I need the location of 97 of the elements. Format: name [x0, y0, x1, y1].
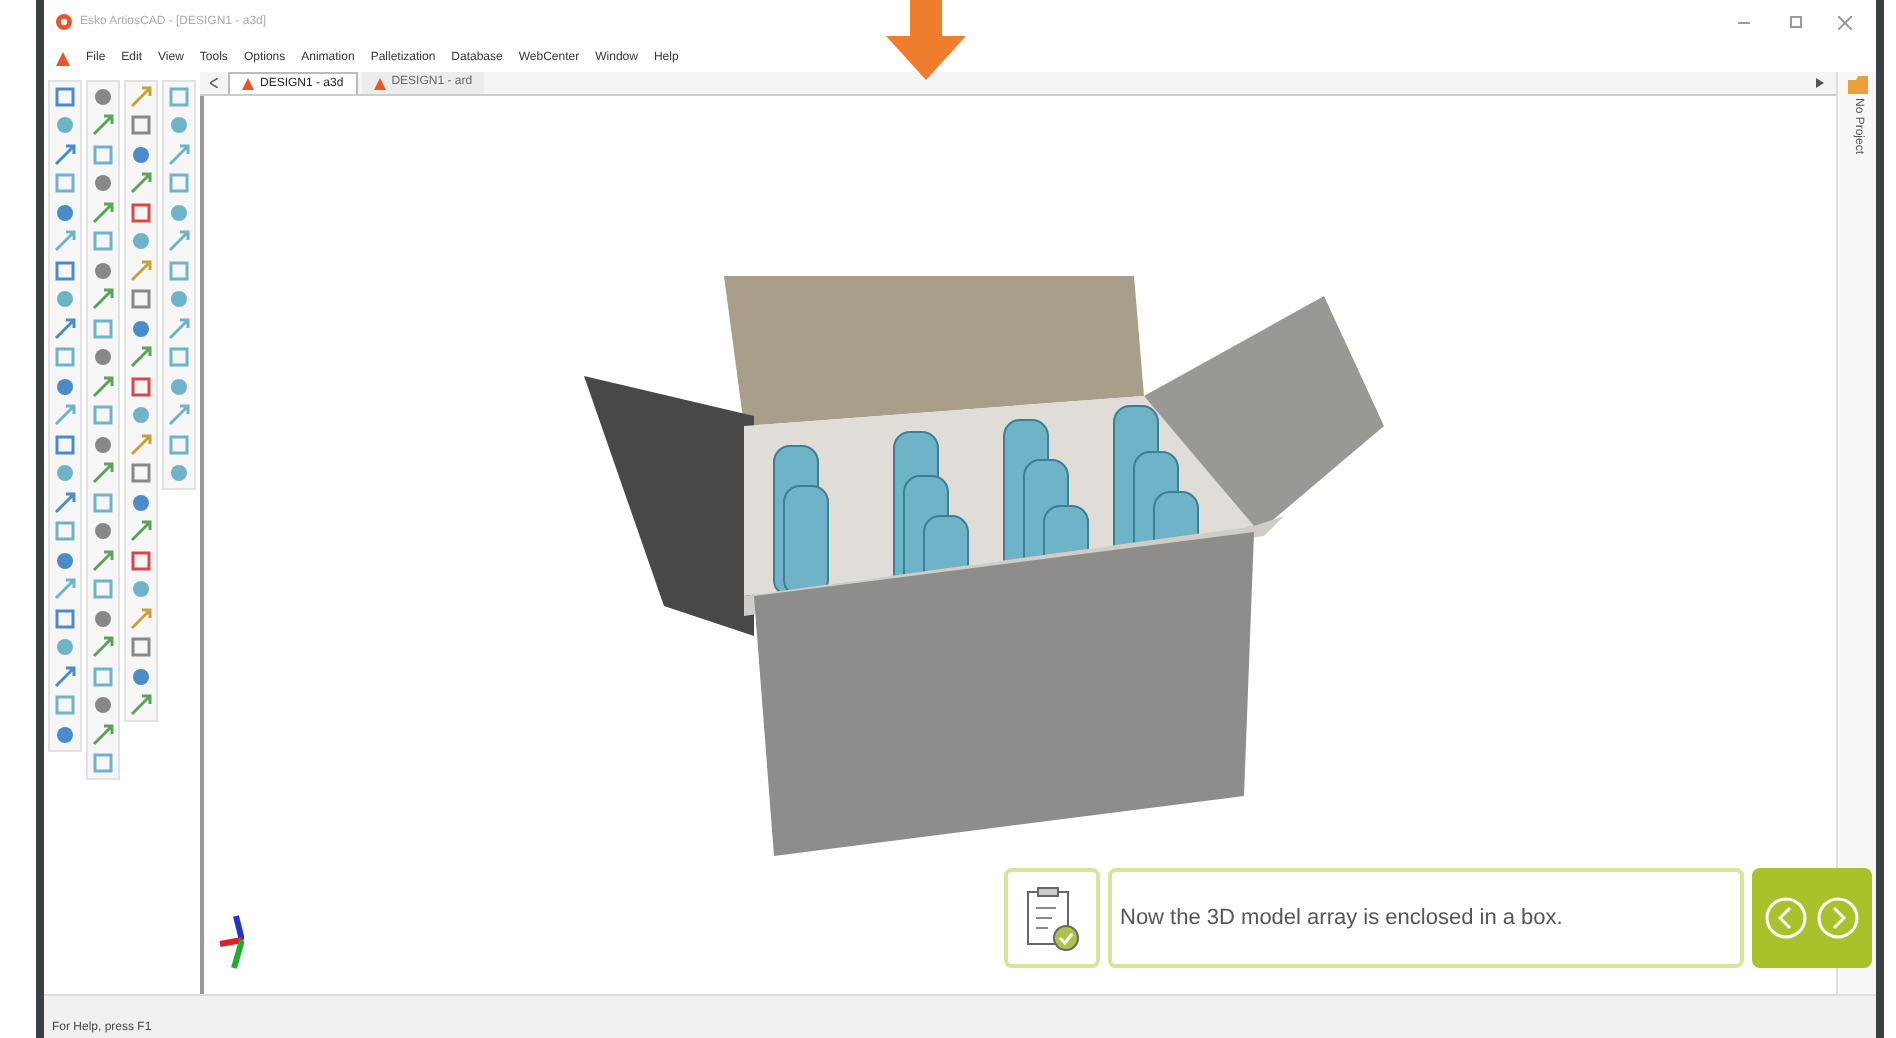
- circle-icon[interactable]: [92, 433, 114, 456]
- circle-icon[interactable]: [54, 114, 76, 137]
- square-icon[interactable]: [130, 636, 152, 659]
- circle-icon[interactable]: [92, 172, 114, 195]
- close-icon[interactable]: [1838, 15, 1852, 29]
- circle-icon[interactable]: [130, 143, 152, 166]
- arrow-icon[interactable]: [130, 259, 152, 282]
- circle-icon[interactable]: [54, 636, 76, 659]
- arrow-icon[interactable]: [130, 346, 152, 369]
- folder-icon[interactable]: [1847, 76, 1867, 94]
- tutorial-clipboard-icon: [1004, 868, 1100, 968]
- arrow-icon[interactable]: [92, 201, 114, 224]
- arrow-icon[interactable]: [54, 578, 76, 601]
- circle-icon[interactable]: [92, 346, 114, 369]
- circle-icon[interactable]: [92, 85, 114, 108]
- square-icon[interactable]: [130, 114, 152, 137]
- arrow-icon[interactable]: [92, 636, 114, 659]
- arrow-icon[interactable]: [168, 404, 190, 427]
- circle-icon[interactable]: [92, 259, 114, 282]
- circle-icon[interactable]: [92, 520, 114, 543]
- arrow-icon[interactable]: [92, 114, 114, 137]
- arrow-icon[interactable]: [168, 230, 190, 253]
- square-icon[interactable]: [92, 143, 114, 166]
- square-icon[interactable]: [92, 230, 114, 253]
- square-icon[interactable]: [54, 172, 76, 195]
- circle-icon[interactable]: [54, 201, 76, 224]
- circle-icon[interactable]: [130, 404, 152, 427]
- circle-icon[interactable]: [168, 201, 190, 224]
- document-icon: [373, 77, 386, 89]
- square-icon[interactable]: [168, 259, 190, 282]
- arrow-icon[interactable]: [54, 404, 76, 427]
- arrow-icon[interactable]: [168, 317, 190, 340]
- circle-icon[interactable]: [168, 114, 190, 137]
- square-icon[interactable]: [54, 607, 76, 630]
- arrow-icon[interactable]: [54, 665, 76, 688]
- arrow-icon[interactable]: [130, 694, 152, 717]
- tab-scroll-right-icon[interactable]: [1816, 78, 1824, 88]
- arrow-icon[interactable]: [130, 607, 152, 630]
- tab-scroll-left-icon[interactable]: [210, 78, 218, 88]
- document-icon: [242, 78, 254, 90]
- square-icon[interactable]: [54, 433, 76, 456]
- square-icon[interactable]: [130, 549, 152, 572]
- square-icon[interactable]: [54, 85, 76, 108]
- arrow-icon[interactable]: [130, 433, 152, 456]
- square-icon[interactable]: [130, 288, 152, 311]
- circle-icon[interactable]: [130, 578, 152, 601]
- arrow-icon[interactable]: [54, 230, 76, 253]
- circle-icon[interactable]: [54, 723, 76, 746]
- circle-icon[interactable]: [168, 288, 190, 311]
- axis-triad-icon: [218, 914, 244, 970]
- square-icon[interactable]: [130, 375, 152, 398]
- circle-icon[interactable]: [130, 491, 152, 514]
- arrow-icon[interactable]: [54, 491, 76, 514]
- circle-icon[interactable]: [54, 549, 76, 572]
- square-icon[interactable]: [168, 433, 190, 456]
- circle-icon[interactable]: [130, 665, 152, 688]
- previous-button[interactable]: [1764, 896, 1808, 940]
- square-icon[interactable]: [168, 85, 190, 108]
- arrow-icon[interactable]: [92, 288, 114, 311]
- circle-icon[interactable]: [130, 230, 152, 253]
- square-icon[interactable]: [92, 404, 114, 427]
- square-icon[interactable]: [92, 578, 114, 601]
- square-icon[interactable]: [54, 694, 76, 717]
- arrow-icon[interactable]: [130, 520, 152, 543]
- down-arrow-icon: [886, 0, 966, 80]
- square-icon[interactable]: [54, 346, 76, 369]
- square-icon[interactable]: [54, 259, 76, 282]
- circle-icon[interactable]: [54, 462, 76, 485]
- circle-icon[interactable]: [54, 288, 76, 311]
- square-icon[interactable]: [92, 752, 114, 775]
- arrow-icon[interactable]: [130, 172, 152, 195]
- arrow-icon[interactable]: [168, 143, 190, 166]
- circle-icon[interactable]: [130, 317, 152, 340]
- square-icon[interactable]: [168, 346, 190, 369]
- circle-icon[interactable]: [168, 375, 190, 398]
- app-logo-icon: [56, 14, 72, 30]
- square-icon[interactable]: [130, 462, 152, 485]
- arrow-icon[interactable]: [92, 462, 114, 485]
- circle-icon[interactable]: [54, 375, 76, 398]
- app-menu-icon[interactable]: [56, 51, 70, 65]
- circle-icon[interactable]: [92, 607, 114, 630]
- arrow-icon[interactable]: [92, 549, 114, 572]
- arrow-icon[interactable]: [92, 723, 114, 746]
- square-icon[interactable]: [92, 317, 114, 340]
- square-icon[interactable]: [130, 201, 152, 224]
- square-icon[interactable]: [54, 520, 76, 543]
- square-icon[interactable]: [92, 491, 114, 514]
- circle-icon[interactable]: [168, 462, 190, 485]
- square-icon[interactable]: [92, 665, 114, 688]
- next-button[interactable]: [1816, 896, 1860, 940]
- circle-icon[interactable]: [92, 694, 114, 717]
- arrow-icon[interactable]: [54, 143, 76, 166]
- tutorial-message: Now the 3D model array is enclosed in a box.: [1120, 903, 1563, 934]
- arrow-icon[interactable]: [54, 317, 76, 340]
- arrow-icon[interactable]: [130, 85, 152, 108]
- arrow-icon[interactable]: [92, 375, 114, 398]
- square-icon[interactable]: [168, 172, 190, 195]
